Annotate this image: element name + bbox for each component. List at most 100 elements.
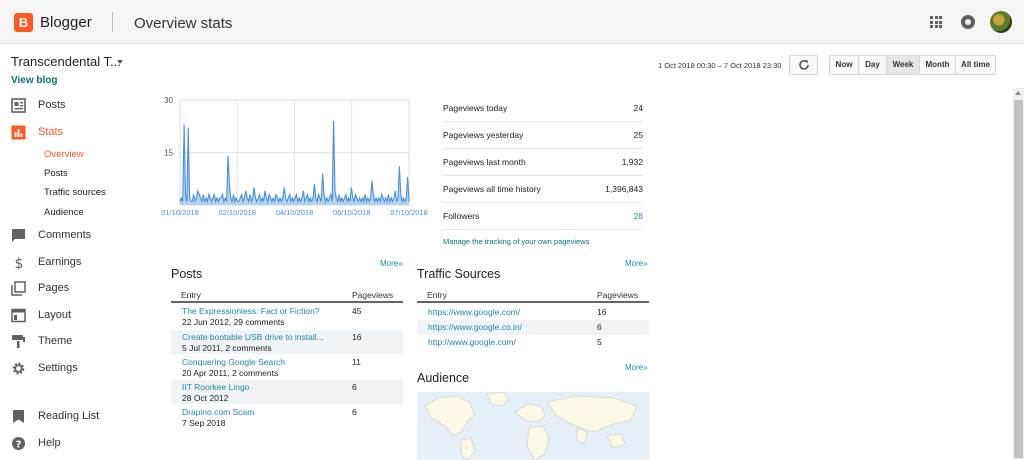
stats-sub-traffic-sources[interactable]: Traffic sources	[44, 187, 106, 198]
stat-followers: Followers 28	[443, 203, 643, 230]
traffic-more-link[interactable]: More»	[625, 259, 648, 268]
period-month-button[interactable]: Month	[919, 56, 955, 74]
brand-name[interactable]: Blogger	[40, 14, 92, 31]
top-bar: B Blogger Overview stats	[0, 0, 1024, 44]
post-pageviews: 45	[352, 306, 362, 316]
audience-more-link[interactable]: More»	[625, 363, 648, 372]
stat-label: Pageviews today	[443, 103, 508, 113]
table-row: https://www.google.com/ 16	[417, 305, 649, 320]
period-now-button[interactable]: Now	[830, 56, 858, 74]
post-meta: 20 Apr 2011, 2 comments	[182, 368, 279, 378]
refresh-button[interactable]	[789, 55, 818, 75]
page-scrollbar[interactable]	[1013, 88, 1024, 460]
blogger-logo-icon[interactable]: B	[14, 13, 33, 32]
audience-world-map[interactable]	[417, 392, 649, 460]
date-range: 1 Oct 2018 00:30 – 7 Oct 2018 23:30	[658, 61, 782, 70]
sidebar-item-pages[interactable]: Pages	[11, 278, 69, 298]
stat-pageviews-yesterday: Pageviews yesterday 25	[443, 122, 643, 149]
chart-y-tick-label: 15	[164, 149, 173, 158]
audience-section-title: Audience	[417, 371, 470, 385]
post-link[interactable]: Create bootable USB drive to install...	[182, 332, 324, 342]
pageviews-chart: 15 30 01/10/2018 02/10/2018 04/10/2018 06/10/…	[161, 96, 428, 217]
post-link[interactable]: Drapino.com Scam	[182, 407, 254, 417]
stat-label: Followers	[443, 211, 480, 221]
stats-sub-audience[interactable]: Audience	[44, 207, 84, 218]
sidebar-item-settings[interactable]: Settings	[11, 358, 78, 378]
refresh-icon	[798, 60, 809, 70]
bookmark-icon	[11, 409, 26, 424]
column-header-pageviews: Pageviews	[352, 290, 394, 300]
column-header-entry: Entry	[427, 290, 447, 300]
column-header-entry: Entry	[181, 290, 201, 300]
stat-value: 1,396,843	[605, 184, 643, 194]
table-row: Conquering Google Search 20 Apr 2011, 2 …	[171, 355, 403, 379]
sidebar-item-label: Pages	[38, 282, 70, 294]
stats-sub-overview[interactable]: Overview	[44, 149, 84, 160]
sidebar-item-label: Stats	[38, 126, 64, 138]
page-title: Overview stats	[134, 15, 233, 32]
table-row: Drapino.com Scam 7 Sep 2018 6	[171, 405, 403, 429]
post-link[interactable]: The Expressionless: Fact or Fiction?	[182, 306, 319, 316]
manage-tracking-link[interactable]: Manage the tracking of your own pageview…	[443, 237, 589, 246]
table-row: Create bootable USB drive to install... …	[171, 330, 403, 354]
sidebar-item-comments[interactable]: Comments	[11, 225, 91, 245]
layout-icon	[11, 308, 26, 323]
sidebar-item-label: Comments	[38, 229, 92, 241]
followers-link[interactable]: 28	[634, 211, 643, 221]
dollar-icon: $	[11, 255, 26, 272]
sidebar-item-help[interactable]: ? Help	[11, 433, 61, 453]
help-icon: ?	[11, 436, 26, 451]
apps-icon[interactable]	[930, 16, 942, 28]
period-all-time-button[interactable]: All time	[955, 56, 995, 74]
sidebar-item-posts[interactable]: Posts	[11, 95, 66, 115]
period-day-button[interactable]: Day	[858, 56, 886, 74]
posts-more-link[interactable]: More»	[380, 259, 403, 268]
sidebar-item-layout[interactable]: Layout	[11, 305, 71, 325]
traffic-source-link[interactable]: http://www.google.com/	[428, 337, 516, 347]
avatar[interactable]	[990, 11, 1012, 33]
traffic-source-link[interactable]: https://www.google.co.in/	[428, 322, 522, 332]
post-link[interactable]: IIT Roorkee Lingo	[182, 382, 249, 392]
posts-section-title: Posts	[171, 267, 203, 281]
traffic-pageviews: 16	[597, 307, 607, 317]
stats-sub-posts[interactable]: Posts	[44, 168, 68, 179]
sidebar-item-label: Reading List	[38, 410, 100, 422]
sidebar-item-stats[interactable]: Stats	[11, 122, 63, 142]
post-pageviews: 11	[352, 357, 361, 367]
theme-icon	[11, 334, 26, 349]
scroll-up-arrow-icon[interactable]	[1015, 91, 1021, 95]
period-selector: Now Day Week Month All time	[829, 55, 996, 75]
notifications-icon[interactable]	[961, 15, 975, 29]
scrollbar-thumb[interactable]	[1014, 100, 1023, 458]
stat-pageviews-today: Pageviews today 24	[443, 95, 643, 122]
blog-selector[interactable]: Transcendental T...	[11, 54, 121, 69]
table-row: https://www.google.co.in/ 6	[417, 320, 649, 335]
sidebar-item-reading-list[interactable]: Reading List	[11, 406, 99, 426]
chevron-down-icon[interactable]	[117, 60, 123, 64]
sidebar-item-label: Layout	[38, 309, 72, 321]
post-link[interactable]: Conquering Google Search	[182, 357, 285, 367]
sidebar-item-label: Earnings	[38, 256, 82, 268]
post-meta: 28 Oct 2012	[182, 393, 229, 403]
posts-icon	[11, 97, 26, 113]
view-blog-link[interactable]: View blog	[11, 75, 58, 86]
post-pageviews: 6	[352, 407, 357, 417]
chart-x-tick-label: 01/10/2018	[161, 208, 199, 217]
traffic-source-link[interactable]: https://www.google.com/	[428, 307, 520, 317]
stat-value: 24	[633, 103, 643, 113]
header-divider	[112, 12, 113, 32]
post-pageviews: 16	[352, 332, 362, 342]
chart-y-tick-label: 30	[164, 96, 173, 105]
traffic-pageviews: 5	[597, 337, 602, 347]
period-week-button[interactable]: Week	[886, 56, 919, 74]
stat-label: Pageviews last month	[443, 157, 526, 167]
post-meta: 22 Jun 2012, 29 comments	[182, 317, 285, 327]
column-header-pageviews: Pageviews	[597, 290, 639, 300]
sidebar-item-earnings[interactable]: $ Earnings	[11, 252, 82, 272]
post-meta: 7 Sep 2018	[182, 418, 226, 428]
table-row: The Expressionless: Fact or Fiction? 22 …	[171, 305, 403, 329]
stat-value: 25	[633, 130, 643, 140]
stats-icon	[11, 125, 26, 140]
sidebar-item-theme[interactable]: Theme	[11, 331, 72, 351]
chart-x-tick-label: 06/10/2018	[333, 208, 371, 217]
